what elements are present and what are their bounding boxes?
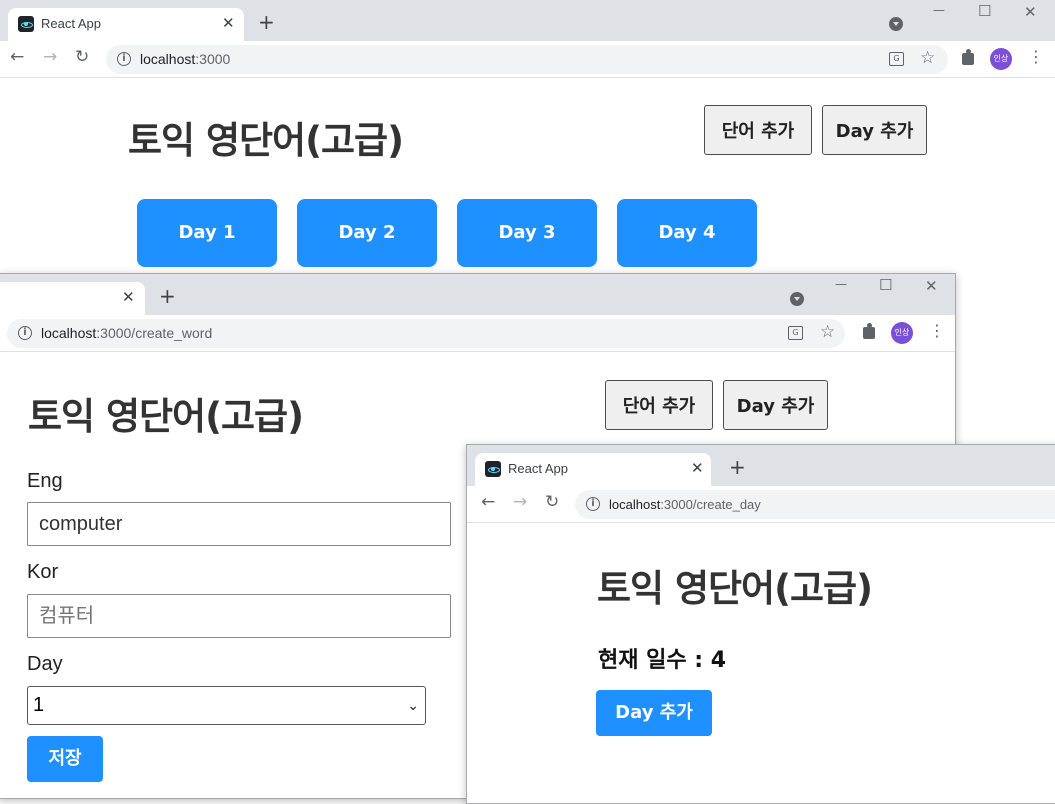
close-window-icon[interactable]: ✕ [925, 277, 938, 295]
new-tab-button[interactable]: + [258, 10, 275, 34]
close-window-icon[interactable]: ✕ [1024, 3, 1037, 21]
maximize-icon[interactable]: ☐ [978, 2, 991, 20]
forward-icon[interactable]: → [513, 492, 527, 512]
site-info-icon[interactable]: i [586, 497, 600, 511]
address-bar[interactable]: i localhost:3000/create_day [575, 490, 1055, 519]
day-link-4[interactable]: Day 4 [617, 199, 757, 267]
tab-search-icon[interactable] [790, 292, 804, 306]
tab-title: React App [41, 16, 101, 31]
new-tab-button[interactable]: + [159, 284, 176, 308]
browser-toolbar: ← → ↻ i localhost:3000/create_day [467, 486, 1055, 523]
back-icon[interactable]: ← [481, 492, 495, 512]
extensions-icon[interactable] [960, 49, 976, 65]
reload-icon[interactable]: ↻ [545, 492, 559, 512]
menu-icon[interactable]: ⋮ [1028, 47, 1044, 66]
bookmark-star-icon[interactable]: ☆ [820, 322, 835, 342]
day-link-3[interactable]: Day 3 [457, 199, 597, 267]
tab-strip: React App ✕ + [467, 445, 1055, 486]
site-info-icon[interactable]: i [117, 52, 131, 66]
day-select[interactable]: 1 ⌄ [27, 686, 426, 725]
add-day-button[interactable]: Day 추가 [723, 380, 828, 430]
close-tab-icon[interactable]: ✕ [222, 14, 235, 32]
url-text: localhost:3000/create_day [609, 497, 761, 512]
react-favicon-icon [485, 461, 501, 477]
tab-strip: ✕ + — ☐ ✕ [0, 274, 955, 315]
add-day-submit-button[interactable]: Day 추가 [596, 690, 712, 736]
bookmark-star-icon[interactable]: ☆ [920, 48, 935, 68]
minimize-icon[interactable]: — [835, 277, 847, 291]
extensions-icon[interactable] [861, 323, 877, 339]
site-info-icon[interactable]: i [18, 326, 32, 340]
save-button[interactable]: 저장 [27, 736, 103, 782]
day-label: Day [27, 653, 63, 675]
back-icon[interactable]: ← [10, 47, 24, 67]
tab-search-icon[interactable] [889, 17, 903, 31]
minimize-icon[interactable]: — [933, 3, 945, 17]
maximize-icon[interactable]: ☐ [879, 276, 892, 294]
eng-label: Eng [27, 470, 63, 492]
close-tab-icon[interactable]: ✕ [122, 288, 135, 306]
profile-avatar[interactable]: 인상 [891, 322, 913, 344]
address-bar[interactable]: i localhost:3000/create_word G ☆ [7, 319, 845, 348]
reload-icon[interactable]: ↻ [75, 47, 89, 67]
kor-input[interactable] [27, 594, 451, 638]
url-text: localhost:3000 [140, 51, 231, 67]
menu-icon[interactable]: ⋮ [929, 321, 945, 340]
add-word-button[interactable]: 단어 추가 [605, 380, 713, 430]
new-tab-button[interactable]: + [729, 455, 746, 479]
profile-avatar[interactable]: 인상 [990, 48, 1012, 70]
close-tab-icon[interactable]: ✕ [691, 459, 704, 477]
eng-input[interactable] [27, 502, 451, 546]
page-title: 토익 영단어(고급) [28, 395, 304, 438]
address-bar[interactable]: i localhost:3000 G ☆ [106, 45, 948, 74]
page-title: 토익 영단어(고급) [128, 119, 404, 162]
day-link-2[interactable]: Day 2 [297, 199, 437, 267]
tab-title: React App [508, 461, 568, 476]
browser-window-create-day: React App ✕ + ← → ↻ i localhost:3000/cre… [466, 444, 1055, 804]
url-text: localhost:3000/create_word [41, 325, 213, 341]
day-link-1[interactable]: Day 1 [137, 199, 277, 267]
forward-icon[interactable]: → [43, 47, 57, 67]
kor-label: Kor [27, 561, 59, 583]
browser-toolbar: i localhost:3000/create_word G ☆ 인상 ⋮ [0, 315, 955, 352]
tab-strip: React App ✕ + — ☐ ✕ [0, 0, 1055, 41]
day-select-value: 1 [33, 694, 45, 716]
react-favicon-icon [18, 16, 34, 32]
current-day-count: 현재 일수 : 4 [598, 648, 727, 673]
browser-tab[interactable]: ✕ [0, 282, 145, 315]
add-word-button[interactable]: 단어 추가 [704, 105, 812, 155]
browser-tab-react-app[interactable]: React App ✕ [8, 8, 244, 41]
add-day-button[interactable]: Day 추가 [822, 105, 927, 155]
chevron-down-icon: ⌄ [407, 697, 419, 713]
browser-tab-react-app[interactable]: React App ✕ [475, 453, 711, 486]
translate-icon[interactable]: G [889, 52, 904, 66]
page-title: 토익 영단어(고급) [597, 567, 873, 610]
browser-toolbar: ← → ↻ i localhost:3000 G ☆ 인상 ⋮ [0, 41, 1055, 78]
translate-icon[interactable]: G [788, 326, 803, 340]
